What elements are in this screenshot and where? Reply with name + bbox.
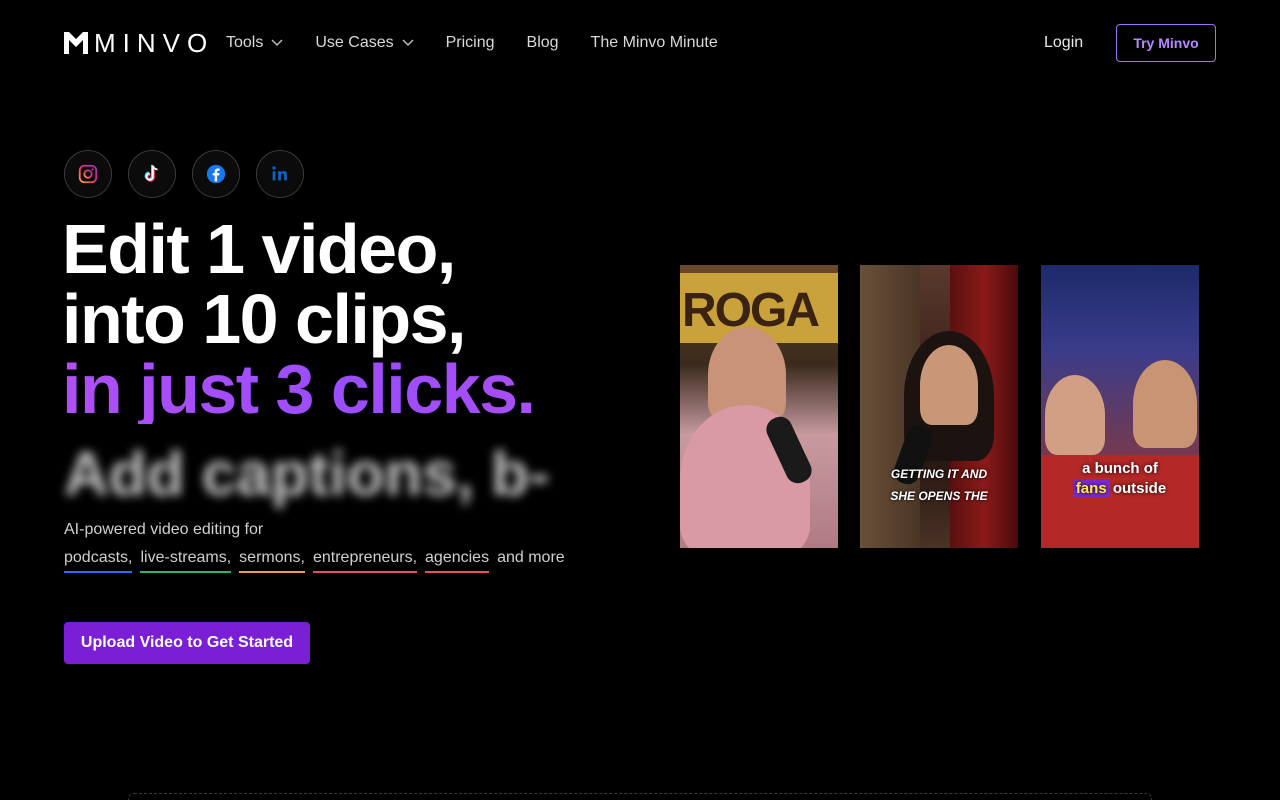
nav-blog[interactable]: Blog bbox=[527, 33, 559, 53]
caption-2-line-2: SHE OPENS THE bbox=[890, 489, 988, 503]
instagram-icon[interactable] bbox=[64, 150, 112, 198]
nav-use-cases-label: Use Cases bbox=[315, 34, 394, 51]
headline-line-2: into 10 clips, bbox=[62, 280, 466, 358]
logo-text: MINVO bbox=[94, 28, 215, 58]
use-case-agencies[interactable]: agencies bbox=[425, 548, 490, 573]
and-more-text: and more bbox=[497, 549, 565, 566]
video-preview-3[interactable]: a bunch of fans outside bbox=[1041, 265, 1199, 548]
linkedin-glyph bbox=[272, 166, 287, 181]
person-left bbox=[1045, 375, 1105, 455]
nav-use-cases[interactable]: Use Cases bbox=[315, 33, 414, 53]
use-case-sermons[interactable]: sermons, bbox=[239, 548, 305, 573]
caption-3-line-2: fans outside bbox=[1041, 479, 1199, 499]
caption-highlight: fans bbox=[1073, 480, 1109, 497]
video-caption-3: a bunch of fans outside bbox=[1041, 459, 1199, 499]
facebook-icon[interactable] bbox=[192, 150, 240, 198]
caption-3-line-1: a bunch of bbox=[1082, 460, 1158, 477]
rotating-text-blurred: Add captions, b- bbox=[64, 442, 550, 508]
use-case-podcasts[interactable]: podcasts, bbox=[64, 548, 133, 573]
upload-video-button[interactable]: Upload Video to Get Started bbox=[64, 622, 310, 664]
nav-pricing[interactable]: Pricing bbox=[446, 33, 495, 53]
nav-minvo-minute[interactable]: The Minvo Minute bbox=[591, 33, 718, 53]
linkedin-icon[interactable] bbox=[256, 150, 304, 198]
hero-subtitle: AI-powered video editing for bbox=[64, 521, 264, 538]
login-link[interactable]: Login bbox=[1044, 33, 1083, 53]
headline-line-1: Edit 1 video, bbox=[62, 210, 456, 288]
social-icons bbox=[64, 150, 320, 198]
video-preview-1[interactable]: ROGA bbox=[680, 265, 838, 548]
nav-links: Tools Use Cases Pricing Blog The Minvo M… bbox=[226, 33, 750, 53]
chevron-down-icon bbox=[402, 39, 414, 47]
try-minvo-button[interactable]: Try Minvo bbox=[1116, 24, 1216, 62]
chevron-down-icon bbox=[271, 39, 283, 47]
nav-tools[interactable]: Tools bbox=[226, 33, 283, 53]
person-right bbox=[1133, 360, 1197, 448]
video-caption-2: GETTING IT AND SHE OPENS THE bbox=[860, 463, 1018, 507]
minvo-logo[interactable]: MINVO bbox=[64, 28, 215, 58]
caption-3-rest: outside bbox=[1108, 480, 1167, 497]
use-case-live-streams[interactable]: live-streams, bbox=[140, 548, 232, 573]
use-case-entrepreneurs[interactable]: entrepreneurs, bbox=[312, 548, 418, 573]
tiktok-icon[interactable] bbox=[128, 150, 176, 198]
next-section-frame bbox=[128, 793, 1152, 800]
video-preview-2[interactable]: GETTING IT AND SHE OPENS THE bbox=[860, 265, 1018, 548]
hero-headline: Edit 1 video, into 10 clips, in just 3 c… bbox=[62, 210, 536, 428]
person-face bbox=[920, 345, 978, 425]
logo-mark-icon bbox=[64, 32, 88, 54]
headline-line-3: in just 3 clicks. bbox=[62, 350, 536, 428]
use-case-links: podcasts, live-streams, sermons, entrepr… bbox=[64, 548, 565, 573]
instagram-glyph bbox=[78, 164, 98, 184]
caption-2-line-1: GETTING IT AND bbox=[890, 467, 988, 481]
facebook-glyph bbox=[206, 164, 226, 184]
nav-tools-label: Tools bbox=[226, 34, 264, 51]
tiktok-glyph bbox=[144, 164, 158, 182]
top-nav: MINVO Tools Use Cases Pricing Blog The M… bbox=[0, 0, 1280, 86]
